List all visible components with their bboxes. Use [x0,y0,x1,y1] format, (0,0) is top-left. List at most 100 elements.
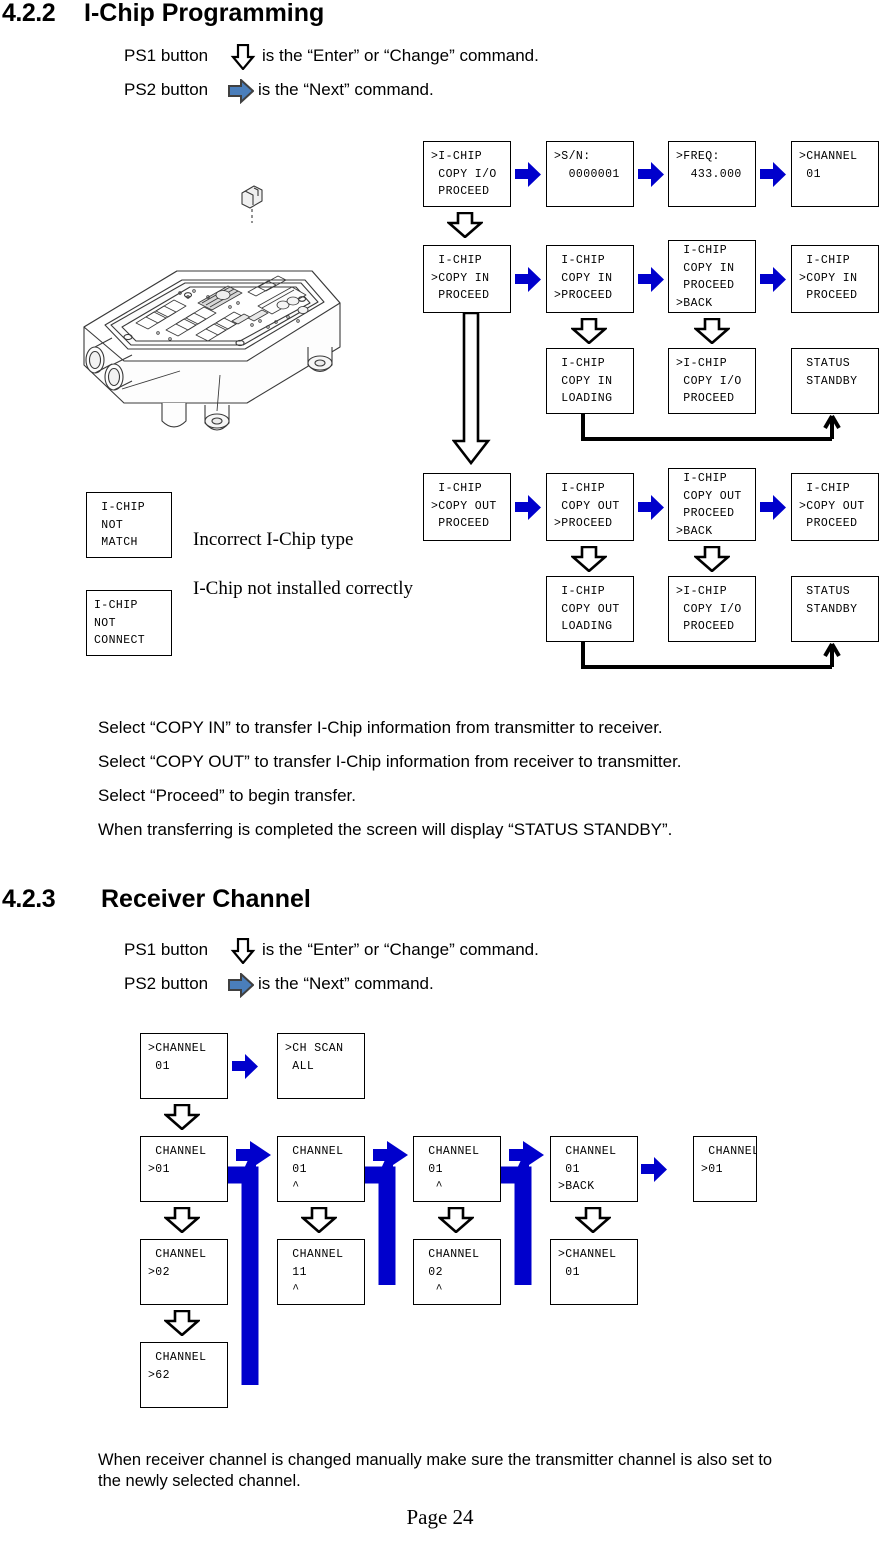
lcd-line: >S/N: [554,150,591,163]
lcd-line: I-CHIP [554,357,606,370]
ichip-note: When transferring is completed the scree… [98,820,673,839]
blue-loop-connector [501,1135,553,1290]
enter-down-arrow-icon [164,1310,200,1336]
lcd-line: 01 [799,167,821,181]
lcd-line: I-CHIP [554,482,606,495]
lcd-line: >I-CHIP [676,357,728,370]
lcd-line: COPY IN [554,374,613,388]
lcd-line: 01 [148,1059,170,1073]
lcd-line: >BACK [676,296,713,310]
section-number-423: 4.2.3 [2,885,56,913]
lcd-line: CHANNEL [421,1248,480,1261]
blue-next-arrow-icon [641,1157,667,1182]
lcd-box: I-CHIP COPY IN LOADING [546,348,634,414]
error-caption: Incorrect I-Chip type [193,529,354,550]
lcd-box: STATUS STANDBY [791,576,879,642]
return-connector-line [580,414,845,451]
lcd-line: >BACK [558,1180,595,1193]
ps2-instruction-post-423: is the “Next” command. [258,974,434,993]
lcd-line: CHANNEL [148,1145,207,1158]
lcd-line: CHANNEL [285,1145,344,1158]
lcd-line: STATUS [799,357,851,370]
lcd-line: 02 [421,1265,443,1279]
ps2-button-icon [228,971,255,1003]
lcd-box: I-CHIP COPY IN >PROCEED [546,245,634,313]
lcd-box: >CHANNEL 01 [550,1239,638,1305]
blue-next-arrow-icon [638,267,664,292]
page-number: Page 24 [406,1505,474,1529]
lcd-box: I-CHIP >COPY OUT PROCEED [423,473,511,541]
lcd-line: >I-CHIP [431,150,483,163]
lcd-line: >CHANNEL [558,1248,617,1261]
lcd-line: ^ [285,1180,300,1193]
ps1-instruction-pre-422: PS1 button [124,46,209,65]
lcd-line: COPY IN [676,261,735,275]
lcd-line: >PROCEED [554,289,613,302]
lcd-box: I-CHIP COPY OUT LOADING [546,576,634,642]
lcd-line: CONNECT [94,634,146,647]
enter-down-arrow-icon [694,546,730,572]
lcd-line: PROCEED [799,517,858,530]
lcd-line: COPY OUT [676,489,742,503]
ps2-instruction-pre-422: PS2 button [124,80,209,99]
lcd-line: STANDBY [799,374,858,388]
lcd-line: I-CHIP [94,501,146,514]
ps1-button-icon [228,937,256,969]
lcd-line: CHANNEL [701,1145,757,1158]
blue-next-arrow-icon [515,162,541,187]
lcd-line: COPY I/O [676,374,742,388]
ps1-instruction-post-423: is the “Enter” or “Change” command. [262,940,539,959]
lcd-box-error: I-CHIP NOT CONNECT [86,590,172,656]
blue-next-arrow-icon [638,495,664,520]
lcd-line: 433.000 [676,167,742,181]
lcd-line: MATCH [94,536,138,549]
lcd-line: ALL [285,1059,315,1073]
lcd-line: ^ [421,1180,443,1193]
ichip-note: Select “COPY OUT” to transfer I-Chip inf… [98,752,682,771]
lcd-box: >CHANNEL 01 [140,1033,228,1099]
enter-down-arrow-icon [571,546,607,572]
lcd-line: >BACK [676,524,713,538]
blue-next-arrow-icon [515,495,541,520]
lcd-box: I-CHIP COPY OUT >PROCEED [546,473,634,541]
lcd-line: >COPY IN [431,271,490,285]
lcd-line: >COPY OUT [431,499,497,513]
section-title-422: I-Chip Programming [84,0,325,27]
lcd-line: >CHANNEL [148,1042,207,1055]
lcd-line: CHANNEL [148,1248,207,1261]
lcd-line: 01 [558,1265,580,1279]
lcd-box: I-CHIP >COPY IN PROCEED [423,245,511,313]
lcd-line: STANDBY [799,602,858,616]
long-return-down-arrow-icon [451,311,496,470]
lcd-line: NOT [94,616,116,630]
lcd-box: >I-CHIP COPY I/O PROCEED [668,576,756,642]
ps1-instruction-pre-423: PS1 button [124,940,209,959]
lcd-line: PROCEED [799,289,858,302]
lcd-line: PROCEED [431,289,490,302]
lcd-line: NOT [94,518,124,532]
lcd-line: >01 [148,1162,170,1176]
enter-down-arrow-icon [301,1207,337,1233]
lcd-line: PROCEED [676,507,735,520]
blue-loop-connector [365,1135,417,1290]
lcd-line: 01 [421,1162,443,1176]
enter-down-arrow-icon [575,1207,611,1233]
blue-next-arrow-icon [760,267,786,292]
lcd-box: CHANNEL 11 ^ [277,1239,365,1305]
ichip-note: Select “COPY IN” to transfer I-Chip info… [98,718,663,737]
lcd-box-error: I-CHIP NOT MATCH [86,492,172,558]
lcd-line: I-CHIP [94,599,138,612]
ps2-instruction-pre-423: PS2 button [124,974,209,993]
lcd-line: PROCEED [676,620,735,633]
lcd-box: CHANNEL >01 [140,1136,228,1202]
lcd-line: ^ [285,1283,300,1296]
lcd-line: CHANNEL [558,1145,617,1158]
lcd-line: I-CHIP [799,482,851,495]
enter-down-arrow-icon [694,318,730,344]
lcd-line: I-CHIP [554,585,606,598]
lcd-box: I-CHIP COPY IN PROCEED >BACK [668,240,756,313]
lcd-line: I-CHIP [431,254,483,267]
lcd-line: >02 [148,1265,170,1279]
lcd-line: >01 [701,1162,723,1176]
lcd-line: LOADING [554,620,613,633]
